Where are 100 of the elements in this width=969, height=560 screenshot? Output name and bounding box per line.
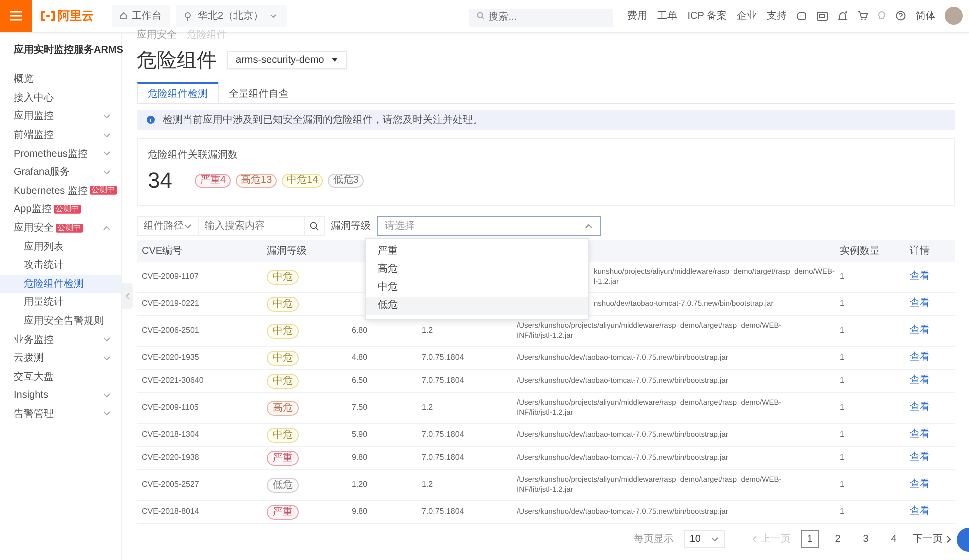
view-link[interactable]: 查看 <box>910 352 930 363</box>
view-link[interactable]: 查看 <box>910 402 930 413</box>
sidebar-item-label: 云拨测 <box>14 352 44 366</box>
next-page-button[interactable]: 下一页 <box>913 532 951 546</box>
view-link[interactable]: 查看 <box>910 506 930 517</box>
path-select[interactable]: 组件路径 <box>137 216 199 236</box>
page-size-label: 每页显示 <box>634 533 674 546</box>
sidebar-item[interactable]: 应用安全 公测中 <box>0 218 121 238</box>
sidebar-item[interactable]: 概览 <box>0 70 121 89</box>
table-cell: CVE-2018-8014 <box>142 507 200 516</box>
chevron-down-icon <box>103 170 111 175</box>
app-select[interactable]: arms-security-demo <box>227 51 348 69</box>
dropdown-option[interactable]: 严重 <box>366 243 588 261</box>
table-cell: 7.50 <box>352 403 368 412</box>
sidebar-item[interactable]: 用量统计 <box>0 293 121 312</box>
sidebar-item[interactable]: 业务监控 <box>0 330 121 349</box>
logo-icon <box>40 11 56 21</box>
column-header: 漏洞等级 <box>267 246 307 257</box>
top-link[interactable]: 企业 <box>737 9 757 23</box>
view-link[interactable]: 查看 <box>910 452 930 463</box>
chevron-up-icon <box>103 226 111 231</box>
top-link[interactable]: ICP 备案 <box>688 9 727 23</box>
chevron-down-icon <box>103 151 111 156</box>
collapse-handle[interactable] <box>122 283 133 309</box>
severity-tag: 低危 <box>267 478 299 492</box>
table-cell: 6.80 <box>352 326 368 335</box>
sidebar-item[interactable]: 应用监控 <box>0 107 121 126</box>
sidebar-item[interactable]: Prometheus监控 <box>0 144 121 163</box>
table-cell: 1.2 <box>422 326 434 335</box>
sidebar-item-label: 告警管理 <box>14 408 54 421</box>
card-title: 危险组件关联漏洞数 <box>148 148 239 162</box>
sidebar-item[interactable]: 接入中心 <box>0 88 121 108</box>
view-link[interactable]: 查看 <box>910 375 930 386</box>
page-size-select[interactable]: 10 <box>684 530 725 548</box>
cart-icon[interactable] <box>858 11 868 21</box>
table-cell: 1 <box>840 353 844 362</box>
sidebar-item[interactable]: 交互大盘 <box>0 368 121 386</box>
sidebar-item[interactable]: App监控 公测中 <box>0 200 121 219</box>
region-select[interactable]: 华北2（北京） <box>176 5 287 27</box>
table-cell: 6.50 <box>352 376 368 385</box>
alert-text: 检测当前应用中涉及到已知安全漏洞的危险组件，请您及时关注并处理。 <box>163 114 483 127</box>
dropdown-option[interactable]: 高危 <box>366 261 588 279</box>
sidebar-item[interactable]: 告警管理 <box>0 404 121 424</box>
tab[interactable]: 危险组件检测 <box>137 82 219 103</box>
sidebar-item-label: Insights <box>14 390 48 401</box>
sidebar-item[interactable]: 前端监控 <box>0 126 121 144</box>
page-button[interactable]: 4 <box>885 530 903 548</box>
workbench-link[interactable]: 工作台 <box>112 5 170 27</box>
view-link[interactable]: 查看 <box>910 325 930 336</box>
table-cell: 1.2 <box>422 480 434 489</box>
sidebar-item[interactable]: 应用列表 <box>0 237 121 256</box>
total-count: 34 <box>148 168 172 194</box>
view-link[interactable]: 查看 <box>910 271 930 282</box>
monitor-icon[interactable] <box>817 12 828 20</box>
column-header: 详情 <box>910 246 930 257</box>
severity-count-tag: 低危3 <box>328 174 364 188</box>
sidebar-item[interactable]: 应用安全告警规则 <box>0 312 121 330</box>
severity-count-tag: 高危13 <box>236 174 278 188</box>
bell-icon[interactable] <box>838 10 848 22</box>
page-button[interactable]: 2 <box>829 530 847 548</box>
top-link[interactable]: 支持 <box>767 9 787 23</box>
table-cell: 7.0.75.1804 <box>422 453 464 462</box>
search-button[interactable] <box>305 216 325 236</box>
logo-text: 阿里云 <box>58 8 94 24</box>
sidebar-item[interactable]: Insights <box>0 386 121 405</box>
chevron-down-icon <box>103 132 111 138</box>
table-cell: CVE-2021-30640 <box>142 376 204 385</box>
page-button[interactable]: 3 <box>857 530 875 548</box>
view-link[interactable]: 查看 <box>910 479 930 490</box>
sidebar-item[interactable]: 危险组件检测 <box>0 274 121 294</box>
table-cell: 1 <box>840 403 844 412</box>
top-link[interactable]: 工单 <box>658 9 678 23</box>
view-link[interactable]: 查看 <box>910 298 930 309</box>
sidebar-item[interactable]: 攻击统计 <box>0 256 121 275</box>
dropdown-option[interactable]: 中危 <box>366 279 588 297</box>
top-link[interactable]: 费用 <box>628 9 648 23</box>
search-input[interactable]: 输入搜索内容 <box>199 216 305 236</box>
page-title: 危险组件 <box>137 48 217 74</box>
column-header: 实例数量 <box>840 246 880 257</box>
help-icon[interactable] <box>896 11 906 21</box>
page-button[interactable]: 1 <box>801 530 819 548</box>
severity-tag: 中危 <box>267 428 299 442</box>
table-cell: CVE-2009-1107 <box>142 272 199 281</box>
robot-icon[interactable] <box>797 11 807 21</box>
table-cell: 1 <box>840 430 844 439</box>
tab[interactable]: 全量组件自查 <box>219 82 299 103</box>
table-cell: 1 <box>840 480 844 489</box>
dropdown-option[interactable]: 低危 <box>366 297 588 315</box>
menu-icon <box>10 11 22 21</box>
table-cell: 1 <box>840 507 844 516</box>
sidebar-item[interactable]: 云拨测 <box>0 348 121 368</box>
severity-tag: 中危 <box>267 296 299 312</box>
sidebar-item-label: 接入中心 <box>14 92 54 105</box>
sidebar-item[interactable]: Kubernetes 监控 公测中 <box>0 182 121 200</box>
search-field[interactable]: 搜索... <box>468 8 613 26</box>
sidebar-item[interactable]: Grafana服务 <box>0 162 121 182</box>
menu-button[interactable] <box>0 0 32 32</box>
sidebar-item-label: 应用监控 <box>14 110 54 124</box>
language-link[interactable]: 简体 <box>916 9 936 23</box>
view-link[interactable]: 查看 <box>910 429 930 440</box>
